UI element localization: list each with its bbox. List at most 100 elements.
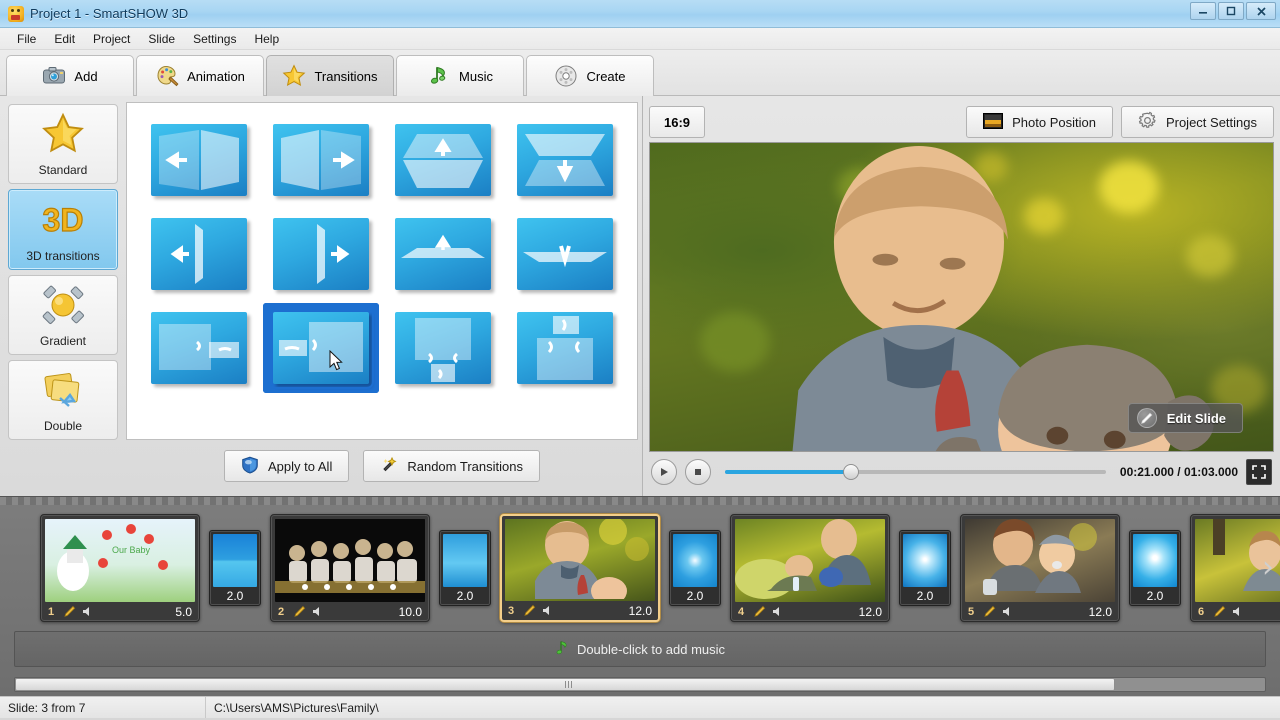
slide-duration[interactable]: 12.0 xyxy=(859,605,882,619)
transition-item-fold-horizontal-down[interactable] xyxy=(507,209,623,299)
slide-card-4[interactable]: 4 12.0 xyxy=(730,514,890,622)
transition-item-slide-panels-left[interactable] xyxy=(263,303,379,393)
minimize-button[interactable] xyxy=(1190,2,1216,20)
category-double[interactable]: Double xyxy=(8,359,118,440)
transition-card-4[interactable]: 2.0 xyxy=(899,530,951,606)
slide-number: 5 xyxy=(968,605,975,618)
transition-thumbnail xyxy=(903,534,947,587)
music-track-area[interactable]: Double-click to add music xyxy=(14,631,1266,667)
slide-card-3[interactable]: 3 12.0 xyxy=(500,514,660,622)
preview-toolbar: 16:9 Photo Position Project Settings xyxy=(649,102,1274,142)
transition-item-drop-panel-down[interactable] xyxy=(385,303,501,393)
transition-duration[interactable]: 2.0 xyxy=(673,587,717,605)
fullscreen-button[interactable] xyxy=(1246,459,1272,485)
transition-item-box-fold-down[interactable] xyxy=(507,115,623,205)
pencil-icon[interactable] xyxy=(293,605,306,618)
close-button[interactable] xyxy=(1246,2,1276,20)
gear-icon xyxy=(1138,111,1157,133)
project-settings-button[interactable]: Project Settings xyxy=(1120,106,1274,138)
edit-slide-button[interactable]: Edit Slide xyxy=(1127,403,1243,433)
transition-item-door-fold-right[interactable] xyxy=(263,115,379,205)
tab-create[interactable]: Create xyxy=(526,55,654,96)
speaker-icon[interactable] xyxy=(771,605,784,618)
menu-item-edit[interactable]: Edit xyxy=(45,30,84,48)
tab-animation[interactable]: Animation xyxy=(136,55,264,96)
timeline-scroll-row xyxy=(14,673,1266,695)
apply-to-all-label: Apply to All xyxy=(268,458,333,474)
pencil-icon xyxy=(1136,408,1157,428)
project-settings-label: Project Settings xyxy=(1165,114,1257,130)
slide-thumbnail xyxy=(275,519,425,602)
slide-card-1[interactable]: Our Baby 1 5.0 xyxy=(40,514,200,622)
transition-card-5[interactable]: 2.0 xyxy=(1129,530,1181,606)
slide-card-2[interactable]: 2 10.0 xyxy=(270,514,430,622)
transition-item-flip-vertical-right[interactable] xyxy=(263,209,379,299)
stop-button[interactable] xyxy=(685,459,711,485)
transition-duration[interactable]: 2.0 xyxy=(213,587,257,605)
playback-slider[interactable] xyxy=(725,464,1106,480)
slide-duration[interactable]: 12.0 xyxy=(629,604,652,618)
pencil-icon[interactable] xyxy=(983,605,996,618)
pencil-icon[interactable] xyxy=(523,604,536,617)
menu-item-file[interactable]: File xyxy=(8,30,45,48)
slide-thumbnail xyxy=(965,519,1115,602)
slide-duration[interactable]: 10.0 xyxy=(399,605,422,619)
category-standard[interactable]: Standard xyxy=(8,104,118,185)
tab-add[interactable]: Add xyxy=(6,55,134,96)
transition-duration[interactable]: 2.0 xyxy=(903,587,947,605)
speaker-icon[interactable] xyxy=(1001,605,1014,618)
transition-thumbnail xyxy=(443,534,487,587)
maximize-button[interactable] xyxy=(1218,2,1244,20)
pencil-icon[interactable] xyxy=(1213,605,1226,618)
tab-transitions[interactable]: Transitions xyxy=(266,55,394,96)
transition-item-fold-horizontal-up[interactable] xyxy=(385,209,501,299)
app-icon xyxy=(8,5,24,22)
pencil-icon[interactable] xyxy=(63,605,76,618)
timeline-next-arrow-icon[interactable]: › xyxy=(1262,553,1274,583)
transition-item-door-fold-left[interactable] xyxy=(141,115,257,205)
slide-thumbnail: Our Baby xyxy=(45,519,195,602)
speaker-icon[interactable] xyxy=(311,605,324,618)
window-controls xyxy=(1190,2,1276,20)
apply-to-all-button[interactable]: Apply to All xyxy=(224,450,350,482)
random-transitions-button[interactable]: Random Transitions xyxy=(363,450,540,482)
pencil-icon[interactable] xyxy=(753,605,766,618)
slide-info-bar: 6 xyxy=(1195,602,1280,621)
transition-item-flip-vertical-left[interactable] xyxy=(141,209,257,299)
category-gradient[interactable]: Gradient xyxy=(8,274,118,355)
slide-duration[interactable]: 12.0 xyxy=(1089,605,1112,619)
menu-item-settings[interactable]: Settings xyxy=(184,30,245,48)
tab-music[interactable]: Music xyxy=(396,55,524,96)
menu-item-project[interactable]: Project xyxy=(84,30,139,48)
speaker-icon[interactable] xyxy=(1231,605,1244,618)
play-button[interactable] xyxy=(651,459,677,485)
timeline-scrollbar-thumb[interactable] xyxy=(15,677,1115,691)
photo-position-label: Photo Position xyxy=(1012,114,1096,130)
slides-strip[interactable]: Our Baby 1 5.0 2.0 2 10.0 2.0 3 12.0 2.0… xyxy=(0,507,1280,629)
transition-card-2[interactable]: 2.0 xyxy=(439,530,491,606)
menu-item-slide[interactable]: Slide xyxy=(139,30,184,48)
speaker-icon[interactable] xyxy=(541,604,554,617)
speaker-icon[interactable] xyxy=(81,605,94,618)
transition-item-slide-panels-right[interactable] xyxy=(141,303,257,393)
category-3d-transitions[interactable]: 3D 3D transitions xyxy=(8,189,118,270)
transition-duration[interactable]: 2.0 xyxy=(443,587,487,605)
slide-card-5[interactable]: 5 12.0 xyxy=(960,514,1120,622)
slide-number: 3 xyxy=(508,604,515,617)
tab-label-transitions: Transitions xyxy=(314,68,378,84)
transition-item-box-fold-up[interactable] xyxy=(385,115,501,205)
transition-card-3[interactable]: 2.0 xyxy=(669,530,721,606)
palette-icon xyxy=(155,64,179,88)
transition-duration[interactable]: 2.0 xyxy=(1133,587,1177,605)
transition-card-1[interactable]: 2.0 xyxy=(209,530,261,606)
aspect-ratio-button[interactable]: 16:9 xyxy=(649,106,705,138)
timeline-scrollbar[interactable] xyxy=(14,676,1266,692)
transition-item-lift-panel-up[interactable] xyxy=(507,303,623,393)
svg-text:3D: 3D xyxy=(43,202,84,238)
menu-item-help[interactable]: Help xyxy=(245,30,288,48)
slide-info-bar: 3 12.0 xyxy=(505,601,655,620)
photo-position-button[interactable]: Photo Position xyxy=(966,106,1113,138)
slide-duration[interactable]: 5.0 xyxy=(175,605,192,619)
preview-image[interactable]: Edit Slide xyxy=(649,142,1274,452)
playback-slider-handle[interactable] xyxy=(842,464,859,480)
